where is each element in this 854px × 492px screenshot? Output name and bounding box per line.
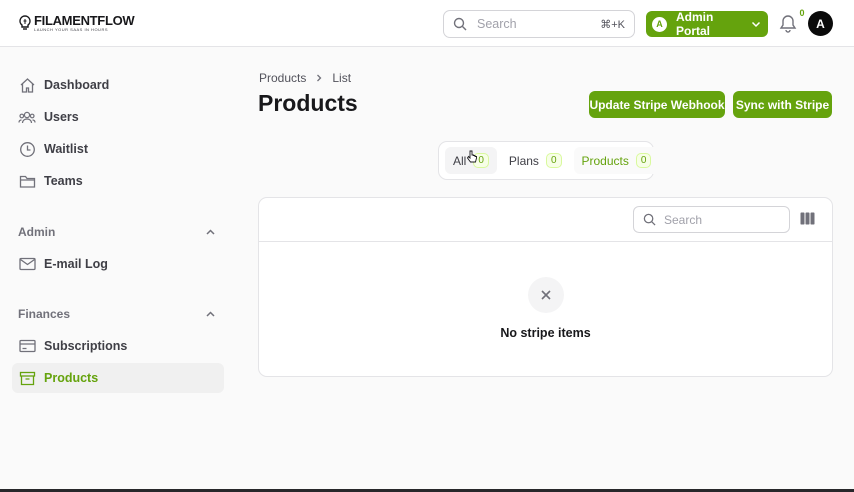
notification-badge: 0: [799, 8, 805, 18]
page-title: Products: [258, 90, 358, 116]
empty-state-message: No stripe items: [500, 326, 591, 340]
sidebar-item-email-log[interactable]: E-mail Log: [12, 249, 224, 279]
chevron-right-icon: [317, 74, 322, 82]
sidebar-item-products[interactable]: Products: [12, 363, 224, 393]
sidebar-item-label: Dashboard: [44, 78, 110, 92]
folder-icon: [18, 172, 36, 190]
sidebar-group-finances[interactable]: Finances: [18, 305, 216, 323]
sidebar-item-label: Waitlist: [44, 142, 88, 156]
breadcrumb: Products List: [259, 71, 351, 85]
portal-avatar: A: [652, 16, 667, 32]
breadcrumb-link[interactable]: Products: [259, 71, 306, 85]
tab-label: Plans: [508, 153, 539, 168]
mouse-cursor-icon: [466, 150, 477, 163]
envelope-icon: [18, 255, 36, 273]
breadcrumb-current: List: [332, 71, 352, 85]
empty-state-icon: [528, 277, 564, 313]
lightbulb-icon: [19, 15, 31, 30]
sidebar: Dashboard Users Waitlist Teams Admin E-m…: [0, 48, 238, 492]
x-mark-icon: [541, 290, 551, 300]
sidebar-item-label: Subscriptions: [44, 339, 128, 353]
home-icon: [18, 76, 36, 94]
sidebar-item-label: Teams: [44, 174, 83, 188]
portal-label: Admin Portal: [676, 10, 714, 38]
user-avatar[interactable]: A: [808, 11, 833, 36]
sidebar-item-users[interactable]: Users: [12, 102, 224, 132]
admin-portal-button[interactable]: A Admin Portal: [646, 10, 768, 38]
global-search-input[interactable]: Search ⌘+K: [443, 10, 635, 38]
search-icon: [643, 213, 656, 226]
bell-icon[interactable]: [779, 14, 797, 33]
table-toolbar: Search: [259, 198, 832, 242]
tab-count: 0: [545, 153, 562, 168]
group-label: Admin: [18, 225, 56, 239]
sidebar-group-admin[interactable]: Admin: [18, 223, 216, 241]
sidebar-item-teams[interactable]: Teams: [12, 166, 224, 196]
sidebar-item-subscriptions[interactable]: Subscriptions: [12, 331, 224, 361]
chevron-up-icon: [206, 310, 215, 317]
credit-card-icon: [18, 337, 36, 355]
group-label: Finances: [18, 307, 71, 321]
tab-count: 0: [635, 153, 652, 168]
brand-logo[interactable]: FILAMENTFLOW LAUNCH YOUR SAAS IN HOURS: [18, 13, 135, 32]
chevron-up-icon: [206, 228, 215, 235]
chevron-down-icon: [751, 21, 761, 28]
tab-products[interactable]: Products 0: [573, 147, 660, 174]
columns-icon[interactable]: [800, 212, 815, 225]
search-placeholder: Search: [477, 17, 517, 31]
sidebar-item-label: Products: [44, 371, 99, 385]
search-placeholder: Search: [664, 212, 703, 227]
sidebar-item-label: E-mail Log: [44, 257, 108, 271]
products-table: Search No stripe items: [258, 197, 833, 377]
tab-label: All: [453, 153, 467, 168]
top-bar: FILAMENTFLOW LAUNCH YOUR SAAS IN HOURS S…: [0, 0, 854, 47]
table-search-input[interactable]: Search: [633, 206, 790, 233]
tab-label: Products: [581, 153, 629, 168]
sidebar-item-dashboard[interactable]: Dashboard: [12, 70, 224, 100]
tab-plans[interactable]: Plans 0: [501, 147, 570, 174]
search-shortcut: ⌘+K: [600, 18, 625, 31]
clock-icon: [18, 140, 36, 158]
archive-box-icon: [18, 369, 36, 387]
update-stripe-webhook-button[interactable]: Update Stripe Webhook: [589, 91, 725, 118]
users-icon: [18, 108, 36, 126]
sidebar-item-label: Users: [44, 110, 79, 124]
sync-with-stripe-button[interactable]: Sync with Stripe: [733, 91, 832, 118]
brand-name: FILAMENTFLOW: [34, 13, 135, 28]
brand-tagline: LAUNCH YOUR SAAS IN HOURS: [34, 27, 108, 32]
sidebar-item-waitlist[interactable]: Waitlist: [12, 134, 224, 164]
search-icon: [453, 17, 467, 31]
